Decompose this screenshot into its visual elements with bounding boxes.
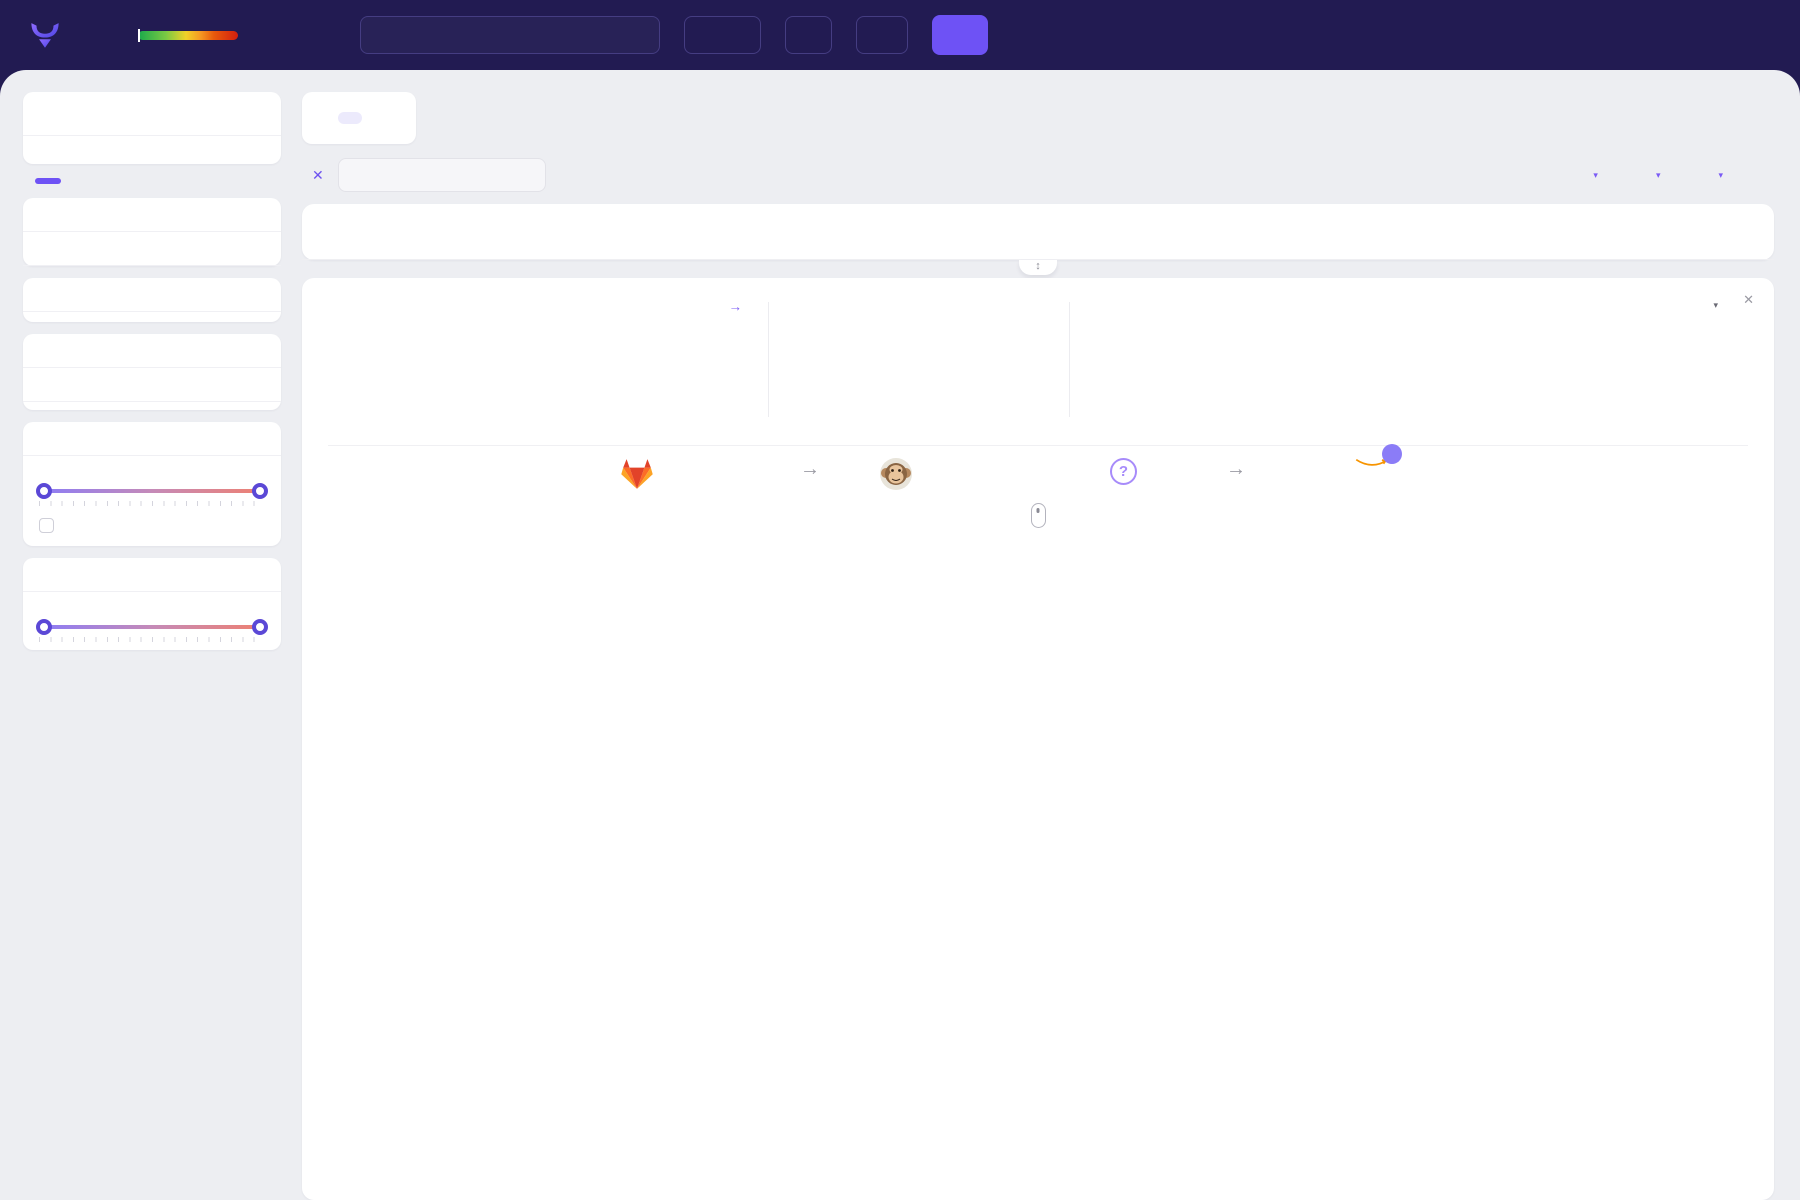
scroll-indicator — [1031, 503, 1046, 528]
running-policies-button[interactable] — [856, 16, 908, 54]
user-avatar-icon[interactable] — [1141, 25, 1162, 46]
chevron-down-icon — [808, 31, 817, 40]
app-details-panel: ▾ ✕ → — [302, 278, 1774, 1200]
table-search[interactable] — [338, 158, 546, 192]
risk-score-slider[interactable] — [39, 466, 265, 506]
slider-handle-max[interactable] — [252, 483, 268, 499]
risk-gradient-bar — [138, 31, 238, 40]
slider-handle-max[interactable] — [252, 619, 268, 635]
shield-icon — [871, 28, 885, 42]
slider-handle-min[interactable] — [36, 483, 52, 499]
chevron-up-icon[interactable] — [256, 289, 267, 300]
time-range-dropdown[interactable] — [785, 16, 832, 54]
avatar-icon — [1104, 378, 1121, 395]
unknown-tool-icon[interactable]: ? — [1110, 458, 1137, 485]
show-issues-dropdown[interactable] — [684, 16, 761, 54]
system-search[interactable] — [23, 368, 281, 402]
search-icon — [37, 242, 50, 256]
edit-pencil-icon[interactable] — [1262, 336, 1273, 347]
chevron-up-icon[interactable] — [256, 345, 267, 356]
risk-score-filter-card — [23, 422, 281, 546]
download-sbom-button[interactable]: ▾ — [1628, 168, 1661, 182]
table-resize-handle[interactable]: ↕ — [1019, 260, 1057, 275]
flow-arrow-icon: → — [800, 458, 820, 481]
slider-handle-min[interactable] — [36, 619, 52, 635]
risk-marker — [138, 29, 140, 42]
chat-icon[interactable] — [1012, 25, 1033, 46]
assign-to-button[interactable] — [1753, 168, 1774, 182]
git-activity-dropdown[interactable]: ▾ — [1682, 298, 1718, 313]
ox-bull-icon — [28, 18, 62, 52]
personas-section — [1070, 298, 1748, 421]
edit-pencil-icon[interactable] — [1186, 384, 1197, 395]
search-icon — [37, 378, 50, 392]
creator-group — [1180, 336, 1204, 362]
external-link-icon — [379, 112, 391, 124]
set-priority-icon — [1565, 168, 1579, 182]
chevron-up-icon[interactable] — [256, 569, 267, 580]
business-owner-group — [1104, 358, 1128, 395]
birth-certificate-button[interactable]: ▾ — [1690, 168, 1723, 182]
business-priority-filter-card — [23, 558, 281, 650]
person-icon — [699, 28, 713, 42]
summary-card — [23, 92, 281, 164]
aws-icon[interactable] — [1350, 458, 1394, 467]
monkey-avatar[interactable] — [880, 458, 912, 490]
edit-pencil-icon[interactable] — [1110, 358, 1121, 369]
languages-icon — [799, 298, 815, 314]
apps-count-badge[interactable] — [338, 112, 362, 124]
scan-now-button[interactable] — [932, 15, 988, 55]
dark-mode-moon-icon[interactable] — [1098, 25, 1119, 46]
not-relevant-link[interactable] — [376, 112, 394, 124]
chevron-down-icon — [737, 31, 746, 40]
info-icon — [328, 298, 344, 314]
collapse-sidebar-icon[interactable] — [249, 105, 266, 122]
chevron-up-icon[interactable] — [256, 209, 267, 220]
aws-count-badge — [1382, 444, 1402, 464]
globe-icon — [1682, 298, 1697, 313]
system-filter-card — [23, 334, 281, 410]
persona-icon — [1104, 298, 1120, 314]
top-navbar — [0, 0, 1800, 70]
go-to-issue-page-link[interactable]: → — [729, 299, 743, 314]
owner-filter-card — [23, 278, 281, 322]
assign-person-icon — [1753, 168, 1767, 182]
clear-selection-icon[interactable]: ✕ — [312, 167, 324, 184]
close-panel-icon[interactable]: ✕ — [1743, 292, 1754, 308]
high-risk-only-checkbox[interactable] — [39, 518, 54, 533]
apps-table: ↕ — [302, 204, 1774, 260]
watcher-group — [1256, 336, 1282, 421]
table-search-input[interactable] — [351, 168, 527, 183]
avatar-icon — [1180, 404, 1197, 421]
global-search[interactable] — [360, 16, 660, 54]
set-priority-button[interactable]: ▾ — [1565, 168, 1598, 182]
category-filter-card — [23, 198, 281, 266]
avatar-icon — [1180, 345, 1197, 362]
download-icon — [1628, 168, 1642, 182]
risk-meter — [126, 31, 250, 40]
flow-arrow-icon: → — [1226, 458, 1246, 481]
search-icon[interactable] — [632, 28, 647, 43]
dev-owner-group — [1180, 384, 1204, 421]
system-search-input[interactable] — [59, 377, 267, 392]
chevron-up-icon[interactable] — [256, 433, 267, 444]
git-pipeline-row: → ? → — [328, 445, 1748, 503]
general-info-section: → — [328, 298, 768, 421]
help-icon[interactable] — [1055, 25, 1076, 46]
gitlab-icon[interactable] — [620, 458, 654, 490]
category-search[interactable] — [23, 232, 281, 266]
global-search-input[interactable] — [373, 27, 622, 43]
languages-section — [769, 298, 1069, 421]
brand-logo[interactable] — [28, 18, 72, 52]
filter-count-badge[interactable] — [35, 178, 61, 184]
certificate-icon — [1690, 168, 1704, 182]
filters-sidebar — [23, 92, 281, 1200]
category-search-input[interactable] — [59, 241, 267, 256]
business-priority-slider[interactable] — [39, 602, 265, 642]
